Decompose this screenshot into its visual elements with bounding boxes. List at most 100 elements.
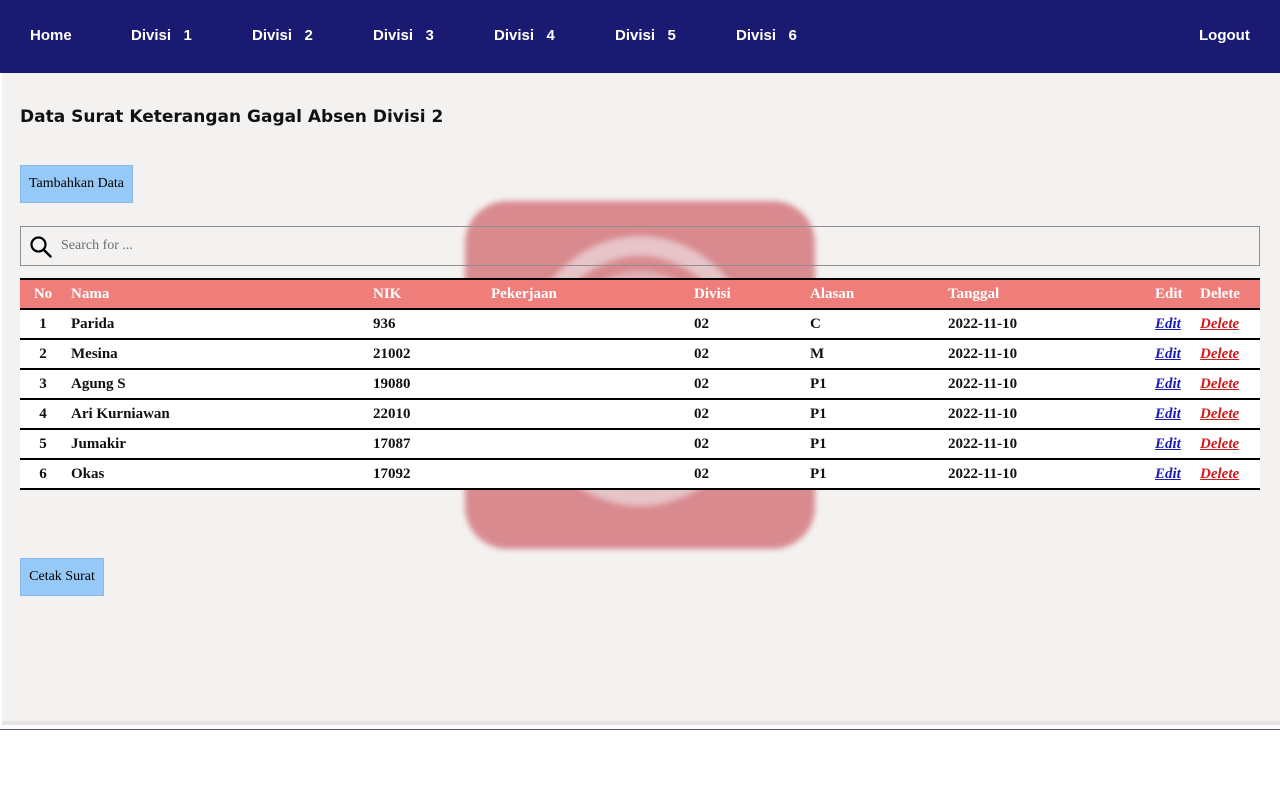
- table-row: 1 Parida 936 02 C 2022-11-10 Edit Delete: [20, 309, 1260, 340]
- cell-pekerjaan: [486, 459, 689, 490]
- header-delete: Delete: [1195, 278, 1260, 310]
- cell-no: 5: [20, 429, 66, 460]
- cell-edit: Edit: [1150, 369, 1195, 400]
- cell-divisi: 02: [689, 429, 805, 460]
- table-row: 2 Mesina 21002 02 M 2022-11-10 Edit Dele…: [20, 339, 1260, 370]
- cell-tanggal: 2022-11-10: [943, 459, 1150, 490]
- edit-link[interactable]: Edit: [1155, 346, 1181, 362]
- delete-link[interactable]: Delete: [1200, 316, 1239, 332]
- header-alasan: Alasan: [805, 278, 943, 310]
- add-data-button[interactable]: Tambahkan Data: [20, 165, 133, 203]
- cell-nama: Parida: [66, 309, 368, 340]
- cell-no: 6: [20, 459, 66, 490]
- delete-link[interactable]: Delete: [1200, 436, 1239, 452]
- delete-link[interactable]: Delete: [1200, 376, 1239, 392]
- cell-nama: Ari Kurniawan: [66, 399, 368, 430]
- cell-no: 3: [20, 369, 66, 400]
- edit-link[interactable]: Edit: [1155, 436, 1181, 452]
- cell-alasan: C: [805, 309, 943, 340]
- cell-nama: Mesina: [66, 339, 368, 370]
- edit-link[interactable]: Edit: [1155, 376, 1181, 392]
- search-input[interactable]: [59, 228, 1249, 264]
- nav-home[interactable]: Home: [30, 26, 72, 46]
- cell-delete: Delete: [1195, 309, 1260, 340]
- cell-tanggal: 2022-11-10: [943, 399, 1150, 430]
- cell-pekerjaan: [486, 339, 689, 370]
- delete-link[interactable]: Delete: [1200, 466, 1239, 482]
- cell-divisi: 02: [689, 339, 805, 370]
- nav-divisi-5[interactable]: Divisi 5: [615, 26, 676, 46]
- header-edit: Edit: [1150, 278, 1195, 310]
- edit-link[interactable]: Edit: [1155, 466, 1181, 482]
- cell-delete: Delete: [1195, 339, 1260, 370]
- cell-nama: Agung S: [66, 369, 368, 400]
- cell-divisi: 02: [689, 369, 805, 400]
- table-header-row: No Nama NIK Pekerjaan Divisi Alasan Tang…: [20, 278, 1260, 310]
- cell-no: 2: [20, 339, 66, 370]
- header-nama: Nama: [66, 278, 368, 310]
- cell-edit: Edit: [1150, 339, 1195, 370]
- cell-delete: Delete: [1195, 399, 1260, 430]
- edit-link[interactable]: Edit: [1155, 406, 1181, 422]
- cell-alasan: P1: [805, 369, 943, 400]
- cell-nik: 936: [368, 309, 486, 340]
- header-divisi: Divisi: [689, 278, 805, 310]
- cell-nik: 22010: [368, 399, 486, 430]
- cell-delete: Delete: [1195, 369, 1260, 400]
- table-row: 4 Ari Kurniawan 22010 02 P1 2022-11-10 E…: [20, 399, 1260, 430]
- cell-pekerjaan: [486, 309, 689, 340]
- page-title: Data Surat Keterangan Gagal Absen Divisi…: [20, 107, 444, 127]
- cell-alasan: P1: [805, 429, 943, 460]
- cell-edit: Edit: [1150, 399, 1195, 430]
- cell-tanggal: 2022-11-10: [943, 369, 1150, 400]
- header-pekerjaan: Pekerjaan: [486, 278, 689, 310]
- cell-tanggal: 2022-11-10: [943, 339, 1150, 370]
- cell-edit: Edit: [1150, 309, 1195, 340]
- header-nik: NIK: [368, 278, 486, 310]
- cell-delete: Delete: [1195, 459, 1260, 490]
- nav-divisi-2[interactable]: Divisi 2: [252, 26, 313, 46]
- cell-nama: Okas: [66, 459, 368, 490]
- nav-divisi-3[interactable]: Divisi 3: [373, 26, 434, 46]
- nav-divisi-6[interactable]: Divisi 6: [736, 26, 797, 46]
- absence-table: No Nama NIK Pekerjaan Divisi Alasan Tang…: [20, 278, 1260, 490]
- cell-edit: Edit: [1150, 429, 1195, 460]
- delete-link[interactable]: Delete: [1200, 346, 1239, 362]
- cell-pekerjaan: [486, 369, 689, 400]
- cell-tanggal: 2022-11-10: [943, 309, 1150, 340]
- cell-nik: 17087: [368, 429, 486, 460]
- table-row: 5 Jumakir 17087 02 P1 2022-11-10 Edit De…: [20, 429, 1260, 460]
- nav-divisi-1[interactable]: Divisi 1: [131, 26, 192, 46]
- edit-link[interactable]: Edit: [1155, 316, 1181, 332]
- table-row: 3 Agung S 19080 02 P1 2022-11-10 Edit De…: [20, 369, 1260, 400]
- cell-no: 1: [20, 309, 66, 340]
- search-icon: [30, 236, 52, 258]
- top-navbar: Home Divisi 1 Divisi 2 Divisi 3 Divisi 4…: [0, 0, 1280, 73]
- cell-nama: Jumakir: [66, 429, 368, 460]
- cell-pekerjaan: [486, 399, 689, 430]
- cell-alasan: M: [805, 339, 943, 370]
- cell-no: 4: [20, 399, 66, 430]
- print-letter-button[interactable]: Cetak Surat: [20, 558, 104, 596]
- cell-nik: 17092: [368, 459, 486, 490]
- cell-divisi: 02: [689, 309, 805, 340]
- cell-alasan: P1: [805, 459, 943, 490]
- cell-tanggal: 2022-11-10: [943, 429, 1150, 460]
- footer-divider: [0, 729, 1280, 730]
- header-tanggal: Tanggal: [943, 278, 1150, 310]
- cell-nik: 21002: [368, 339, 486, 370]
- header-no: No: [20, 278, 66, 310]
- cell-alasan: P1: [805, 399, 943, 430]
- cell-pekerjaan: [486, 429, 689, 460]
- cell-edit: Edit: [1150, 459, 1195, 490]
- nav-divisi-4[interactable]: Divisi 4: [494, 26, 555, 46]
- delete-link[interactable]: Delete: [1200, 406, 1239, 422]
- nav-logout[interactable]: Logout: [1199, 26, 1250, 46]
- main-content: Data Surat Keterangan Gagal Absen Divisi…: [2, 73, 1280, 725]
- cell-divisi: 02: [689, 459, 805, 490]
- search-bar: [20, 226, 1260, 266]
- cell-divisi: 02: [689, 399, 805, 430]
- cell-delete: Delete: [1195, 429, 1260, 460]
- cell-nik: 19080: [368, 369, 486, 400]
- table-row: 6 Okas 17092 02 P1 2022-11-10 Edit Delet…: [20, 459, 1260, 490]
